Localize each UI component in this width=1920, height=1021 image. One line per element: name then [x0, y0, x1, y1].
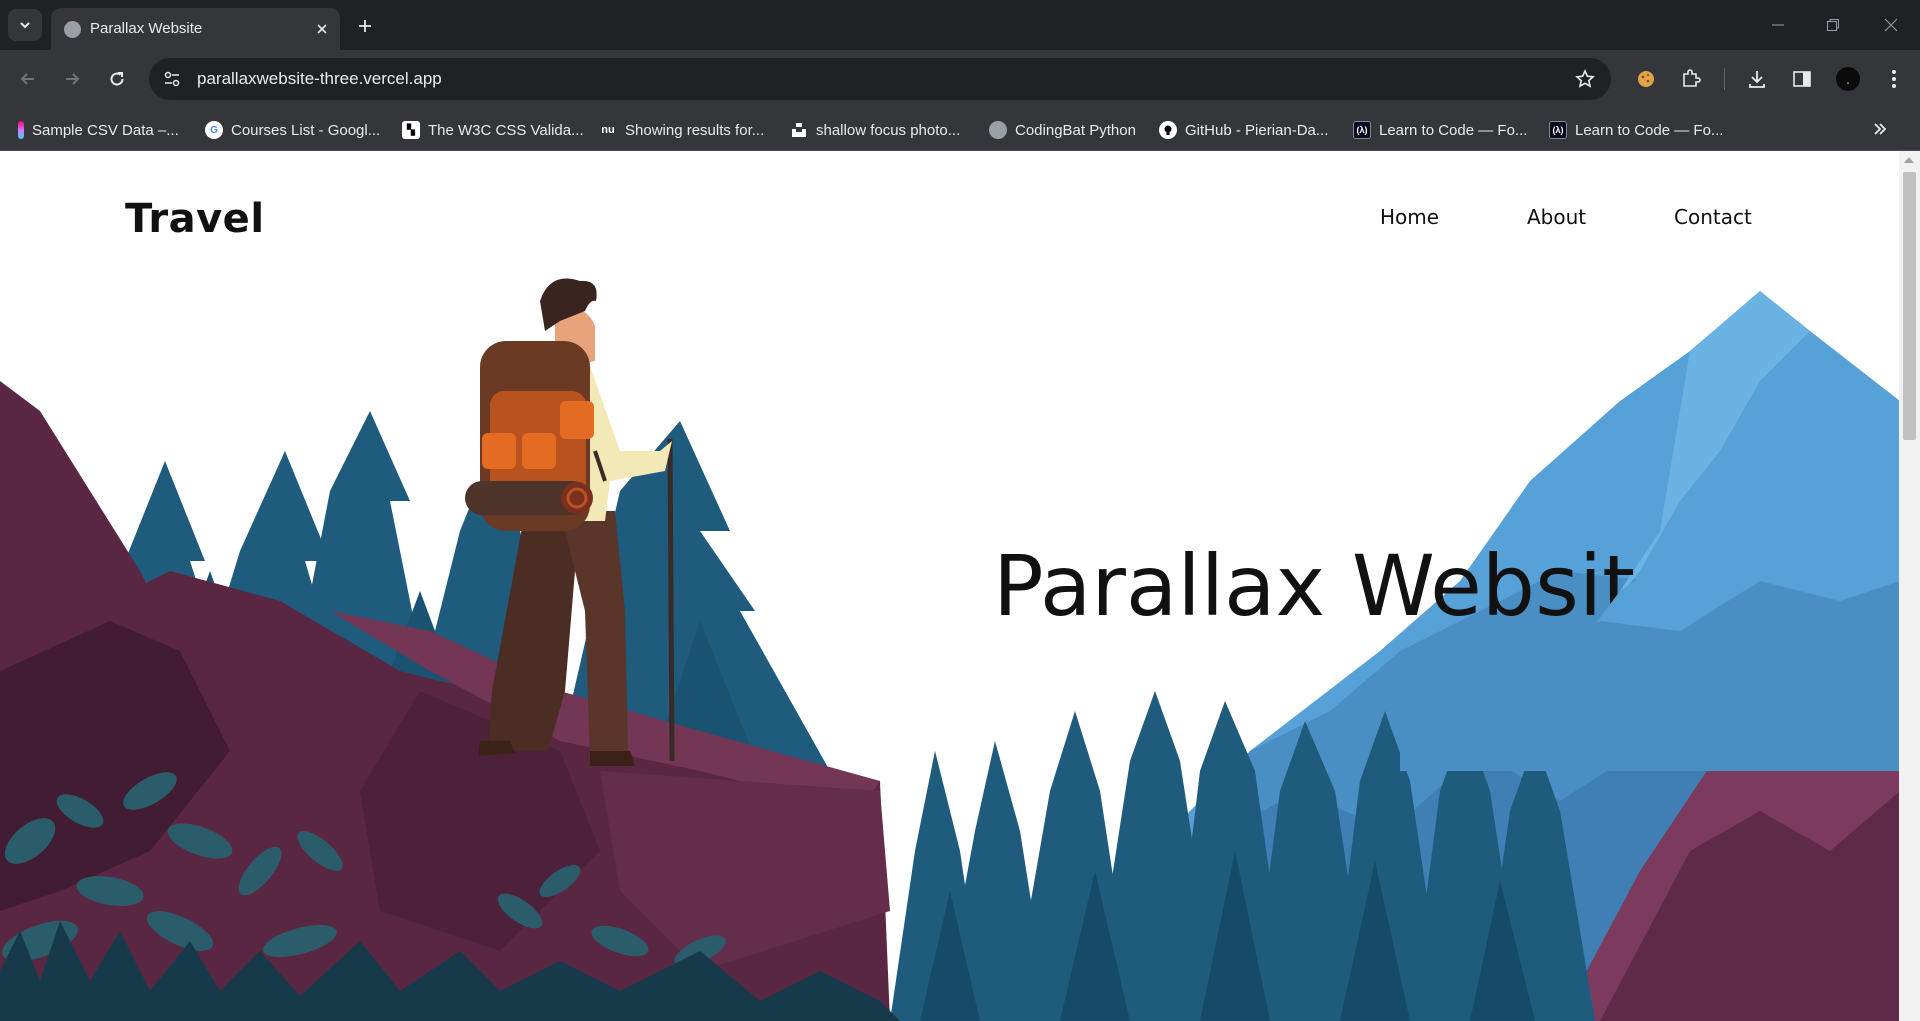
arrow-left-icon [20, 73, 34, 85]
profile-avatar[interactable] [1834, 65, 1862, 93]
freecodecamp-icon: (λ) [1353, 121, 1371, 139]
nav-home-link[interactable]: Home [1380, 205, 1439, 229]
hiker-pole [667, 438, 675, 762]
reload-button[interactable] [101, 63, 133, 95]
bookmark-item[interactable]: nu Showing results for... [599, 117, 764, 143]
bookmark-label: shallow focus photo... [816, 121, 961, 139]
site-info-icon[interactable] [161, 68, 183, 90]
arrow-right-icon [66, 73, 80, 85]
downloads-icon[interactable] [1743, 65, 1771, 93]
bookmark-item[interactable]: GitHub - Pierian-Da... [1159, 117, 1328, 143]
back-button[interactable] [12, 63, 44, 95]
globe-icon [989, 121, 1007, 139]
unsplash-icon [790, 121, 808, 139]
new-tab-button[interactable] [352, 13, 378, 39]
url-text[interactable]: parallaxwebsite-three.vercel.app [197, 69, 442, 89]
bookmark-item[interactable]: shallow focus photo... [790, 117, 960, 143]
toolbar-divider [1724, 68, 1725, 90]
site-logo[interactable]: Travel [125, 196, 265, 242]
close-icon [1884, 18, 1898, 32]
chevron-down-icon [20, 22, 30, 29]
csv-icon [18, 121, 24, 139]
bookmark-item[interactable]: (λ) Learn to Code — Fo... [1549, 117, 1723, 143]
bookmark-item[interactable]: G Courses List - Googl... [205, 117, 380, 143]
bookmark-label: Sample CSV Data –... [32, 121, 179, 139]
bookmarks-overflow-button[interactable] [1866, 115, 1894, 143]
nav-contact-link[interactable]: Contact [1674, 205, 1752, 229]
bookmark-label: CodingBat Python [1015, 121, 1136, 139]
star-icon [1575, 69, 1595, 88]
close-window-button[interactable] [1876, 10, 1906, 40]
browser-toolbar: parallaxwebsite-three.vercel.app [0, 50, 1920, 109]
github-icon [1159, 121, 1177, 139]
page-scrollbar[interactable] [1899, 151, 1920, 1021]
bookmark-item[interactable]: (λ) Learn to Code — Fo... [1353, 117, 1527, 143]
cookie-extension-icon[interactable] [1632, 65, 1660, 93]
tab-title: Parallax Website [90, 20, 203, 37]
bookmark-item[interactable]: ▚ The W3C CSS Valida... [402, 117, 584, 143]
minimize-button[interactable] [1763, 10, 1793, 40]
tab-search-button[interactable] [8, 9, 42, 41]
page-viewport: Travel Home About Contact Parallax Websi… [0, 151, 1920, 1021]
restore-icon [1827, 19, 1839, 31]
globe-icon [64, 21, 81, 38]
extensions-icon[interactable] [1677, 65, 1705, 93]
bookmark-label: Showing results for... [625, 121, 765, 139]
forward-button[interactable] [56, 63, 88, 95]
scroll-up-icon[interactable] [1904, 157, 1914, 163]
tab-strip: Parallax Website [0, 0, 1920, 50]
hero-title: Parallax Website [993, 537, 1687, 635]
chevron-double-right-icon [1874, 123, 1887, 135]
bookmark-label: Learn to Code — Fo... [1575, 121, 1724, 139]
address-bar[interactable]: parallaxwebsite-three.vercel.app [149, 58, 1611, 100]
w3c-icon: ▚ [402, 121, 420, 139]
bookmark-label: GitHub - Pierian-Da... [1185, 121, 1329, 139]
google-icon: G [205, 121, 223, 139]
menu-kebab-icon[interactable] [1880, 65, 1908, 93]
bookmark-label: Learn to Code — Fo... [1379, 121, 1528, 139]
restore-button[interactable] [1818, 10, 1848, 40]
plus-icon [359, 20, 371, 32]
minimize-icon [1772, 24, 1784, 26]
bookmarks-bar: Sample CSV Data –... G Courses List - Go… [0, 109, 1920, 151]
close-tab-button[interactable] [312, 19, 332, 39]
scrollbar-thumb[interactable] [1903, 172, 1916, 440]
bookmark-star-button[interactable] [1573, 67, 1597, 91]
nu-icon: nu [601, 124, 615, 136]
bookmark-item[interactable]: Sample CSV Data –... [18, 117, 179, 143]
bookmark-label: Courses List - Googl... [231, 121, 381, 139]
close-icon [317, 24, 327, 34]
nav-about-link[interactable]: About [1527, 205, 1586, 229]
bookmark-label: The W3C CSS Valida... [428, 121, 584, 139]
reload-icon [110, 72, 124, 86]
tab-active[interactable]: Parallax Website [51, 8, 340, 50]
freecodecamp-icon: (λ) [1549, 121, 1567, 139]
side-panel-icon[interactable] [1788, 65, 1816, 93]
bookmark-item[interactable]: CodingBat Python [989, 117, 1136, 143]
